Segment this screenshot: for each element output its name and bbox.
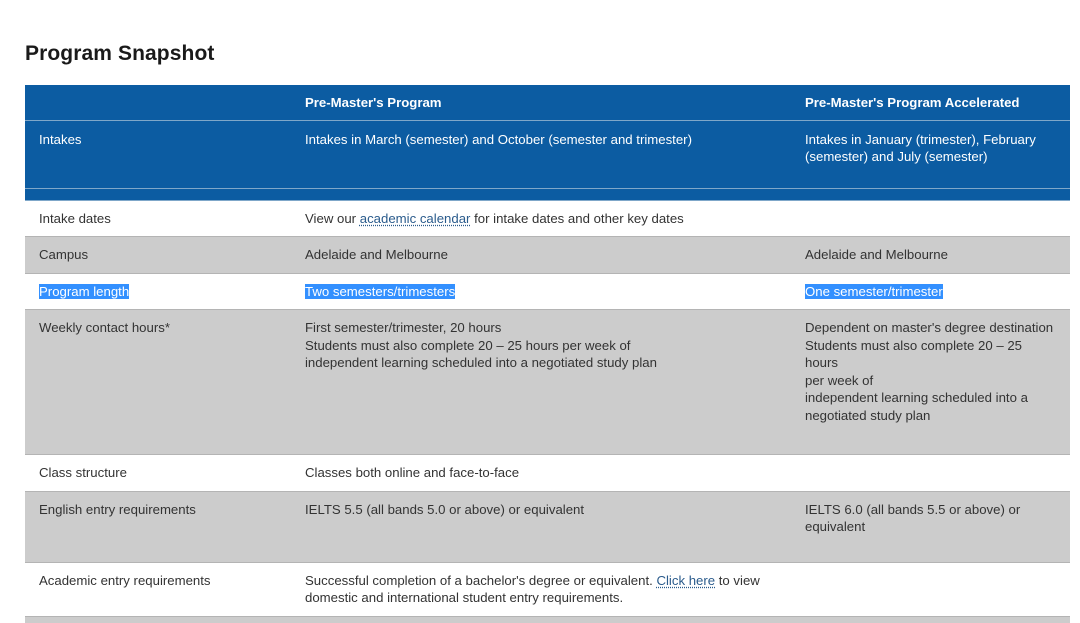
cell-weekly-contact-hours-standard: First semester/trimester, 20 hours Stude… [291, 309, 791, 455]
selected-text-one-semester[interactable]: One semester/trimester [805, 283, 943, 299]
column-header-blank [25, 85, 291, 121]
row-label-intake-dates: Intake dates [25, 199, 291, 237]
table-row-english-entry-requirements: English entry requirements IELTS 5.5 (al… [25, 490, 1070, 563]
table-row-class-structure: Class structure Classes both online and … [25, 454, 1070, 492]
intake-dates-text-before: View our [305, 210, 360, 226]
page-root: Program Snapshot Pre-Master's Program Pr… [0, 0, 1080, 623]
cell-english-entry-requirements-standard: IELTS 5.5 (all bands 5.0 or above) or eq… [291, 490, 791, 563]
blue-spacer-cell-1 [25, 187, 291, 201]
cell-campus-accelerated: Adelaide and Melbourne [791, 236, 1070, 274]
cell-intake-dates-standard: View our academic calendar for intake da… [291, 199, 791, 237]
row-label-campus: Campus [25, 236, 291, 274]
table-row-program-length: Program length Two semesters/trimesters … [25, 272, 1070, 310]
cell-intake-dates-accelerated [791, 199, 1070, 237]
cell-program-length-accelerated: One semester/trimester [791, 272, 1070, 310]
blue-spacer-row [25, 187, 1070, 201]
cutoff-cell-1 [25, 615, 291, 623]
cell-academic-entry-requirements-standard: Successful completion of a bachelor's de… [291, 561, 791, 617]
blue-spacer-cell-2 [291, 187, 791, 201]
row-label-weekly-contact-hours: Weekly contact hours* [25, 309, 291, 455]
selected-text-program-length[interactable]: Program length [39, 283, 130, 299]
cell-intakes-standard: Intakes in March (semester) and October … [291, 119, 791, 189]
table-row-campus: Campus Adelaide and Melbourne Adelaide a… [25, 236, 1070, 274]
table-header-row: Pre-Master's Program Pre-Master's Progra… [25, 85, 1070, 121]
table-row-cutoff [25, 615, 1070, 623]
cell-academic-entry-requirements-accelerated [791, 561, 1070, 617]
page-title: Program Snapshot [25, 42, 215, 66]
table-row-weekly-contact-hours: Weekly contact hours* First semester/tri… [25, 309, 1070, 455]
cutoff-cell-3 [791, 615, 1070, 623]
selected-text-two-semesters[interactable]: Two semesters/trimesters [305, 283, 456, 299]
academic-calendar-link[interactable]: academic calendar [360, 211, 471, 226]
cell-english-entry-requirements-accelerated: IELTS 6.0 (all bands 5.5 or above) or eq… [791, 490, 1070, 563]
cutoff-cell-2 [291, 615, 791, 623]
intake-dates-text-after: for intake dates and other key dates [470, 210, 684, 226]
cell-class-structure-standard: Classes both online and face-to-face [291, 454, 791, 492]
click-here-link[interactable]: Click here [656, 573, 715, 588]
column-header-pre-masters-program: Pre-Master's Program [291, 85, 791, 121]
row-label-class-structure: Class structure [25, 454, 291, 492]
row-label-intakes: Intakes [25, 119, 291, 189]
academic-entry-text-before: Successful completion of a bachelor's de… [305, 572, 657, 588]
table-row-intake-dates: Intake dates View our academic calendar … [25, 199, 1070, 237]
blue-spacer-cell-3 [791, 187, 1070, 201]
column-header-pre-masters-program-accelerated: Pre-Master's Program Accelerated [791, 85, 1070, 121]
program-snapshot-table: Pre-Master's Program Pre-Master's Progra… [25, 85, 1070, 623]
table-row-intakes: Intakes Intakes in March (semester) and … [25, 119, 1070, 189]
table-row-academic-entry-requirements: Academic entry requirements Successful c… [25, 561, 1070, 617]
row-label-english-entry-requirements: English entry requirements [25, 490, 291, 563]
row-label-program-length: Program length [25, 272, 291, 310]
cell-intakes-accelerated: Intakes in January (trimester), February… [791, 119, 1070, 189]
cell-class-structure-accelerated [791, 454, 1070, 492]
cell-program-length-standard: Two semesters/trimesters [291, 272, 791, 310]
row-label-academic-entry-requirements: Academic entry requirements [25, 561, 291, 617]
cell-campus-standard: Adelaide and Melbourne [291, 236, 791, 274]
cell-weekly-contact-hours-accelerated: Dependent on master's degree destination… [791, 309, 1070, 455]
